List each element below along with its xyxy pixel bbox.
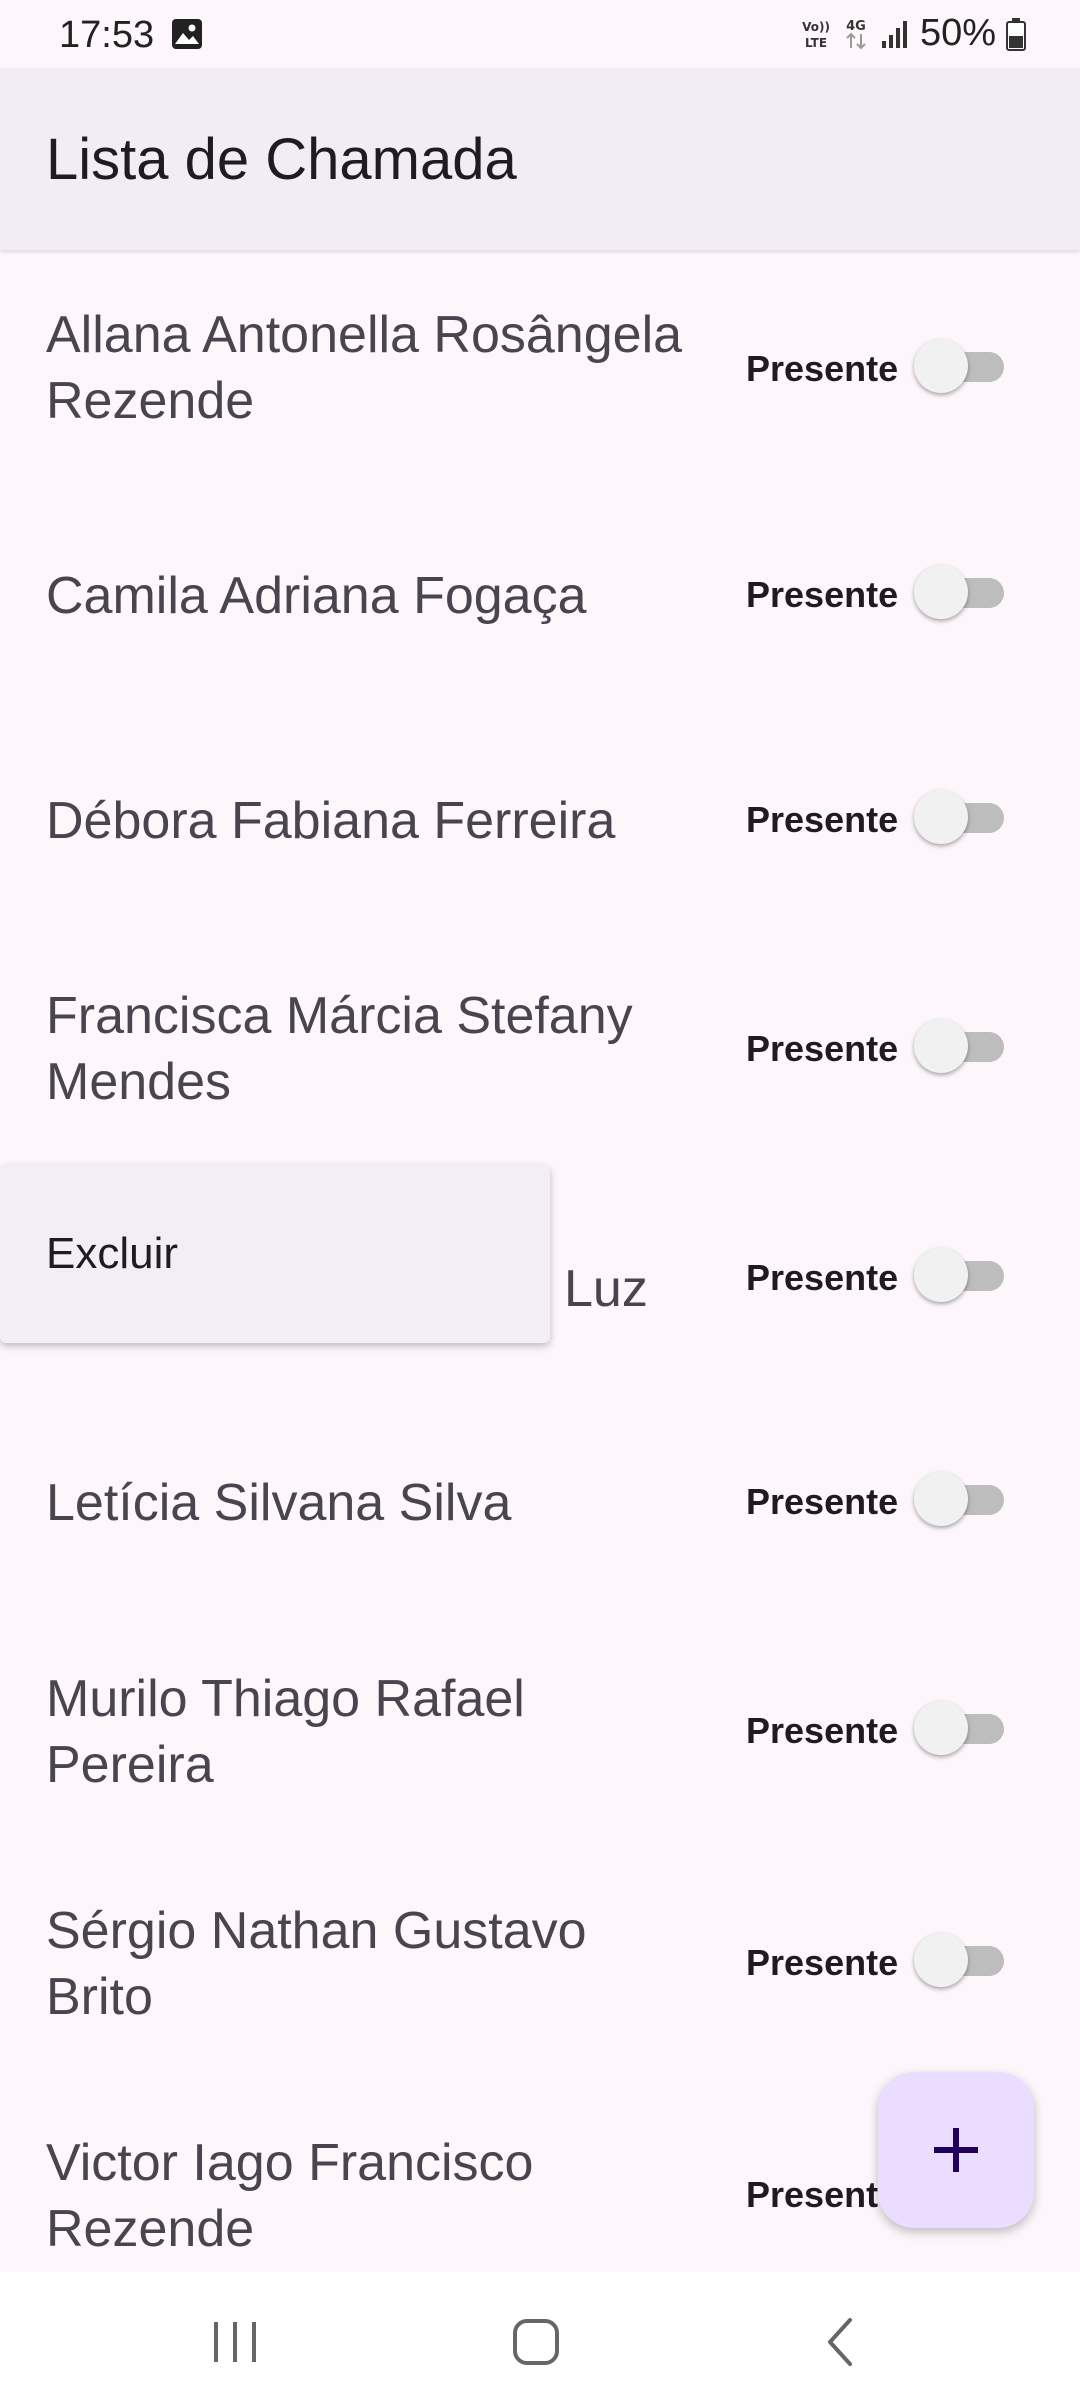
4g-icon: 4G <box>842 16 870 52</box>
student-name: Débora Fabiana Ferreira <box>46 792 616 850</box>
present-label: Presente <box>746 574 899 615</box>
svg-text:LTE: LTE <box>805 36 827 50</box>
status-bar: 17:53 Vo)) LTE 4G 50% <box>0 0 1080 68</box>
student-name: Letícia Silvana Silva <box>46 1474 512 1532</box>
switch-thumb <box>914 1472 968 1526</box>
student-name: Murilo Thiago Rafael Pereira <box>46 1670 525 1794</box>
present-switch[interactable] <box>914 1930 1004 1990</box>
present-switch[interactable] <box>914 562 1004 622</box>
switch-thumb <box>914 1701 968 1755</box>
page-title: Lista de Chamada <box>46 127 517 192</box>
home-icon[interactable] <box>512 2318 560 2366</box>
svg-text:Vo)): Vo)) <box>802 20 830 34</box>
battery-icon <box>1006 17 1026 51</box>
switch-thumb <box>914 565 968 619</box>
context-menu: Excluir <box>0 1165 550 1343</box>
switch-thumb <box>914 1019 968 1073</box>
status-time: 17:53 <box>59 14 155 56</box>
present-label: Presente <box>746 1257 899 1298</box>
plus-icon <box>934 2128 978 2172</box>
present-label: Present <box>746 2174 879 2215</box>
navigation-bar <box>0 2272 1080 2408</box>
switch-thumb <box>914 1933 968 1987</box>
add-student-button[interactable] <box>878 2072 1034 2228</box>
switch-thumb <box>914 1248 968 1302</box>
switch-thumb <box>914 790 968 844</box>
recent-apps-icon[interactable] <box>210 2320 260 2364</box>
back-icon[interactable] <box>822 2316 858 2368</box>
present-label: Presente <box>746 348 899 389</box>
present-switch[interactable] <box>914 1698 1004 1758</box>
present-label: Presente <box>746 1942 899 1983</box>
present-switch[interactable] <box>914 1245 1004 1305</box>
switch-thumb <box>914 339 968 393</box>
student-name: Luz <box>564 1260 648 1318</box>
battery-level: 50% <box>919 12 996 54</box>
present-label: Presente <box>746 1481 899 1522</box>
present-label: Presente <box>746 799 899 840</box>
student-name: Allana Antonella Rosângela Rezende <box>46 306 683 430</box>
present-switch[interactable] <box>914 787 1004 847</box>
present-switch[interactable] <box>914 1016 1004 1076</box>
delete-menu-item[interactable]: Excluir <box>46 1229 178 1279</box>
signal-icon <box>880 19 910 49</box>
volte-icon: Vo)) LTE <box>800 16 832 52</box>
student-name: Victor Iago Francisco Rezende <box>46 2134 534 2258</box>
present-label: Presente <box>746 1710 899 1751</box>
student-name: Sérgio Nathan Gustavo Brito <box>46 1902 587 2026</box>
student-name: Camila Adriana Fogaça <box>46 567 587 625</box>
present-label: Presente <box>746 1028 899 1069</box>
svg-text:4G: 4G <box>846 19 866 34</box>
status-right: Vo)) LTE 4G 50% <box>800 12 1026 55</box>
student-name: Francisca Márcia Stefany Mendes <box>46 987 633 1111</box>
gallery-icon <box>171 18 203 50</box>
app-bar: Lista de Chamada <box>0 68 1080 250</box>
present-switch[interactable] <box>914 336 1004 396</box>
present-switch[interactable] <box>914 1469 1004 1529</box>
